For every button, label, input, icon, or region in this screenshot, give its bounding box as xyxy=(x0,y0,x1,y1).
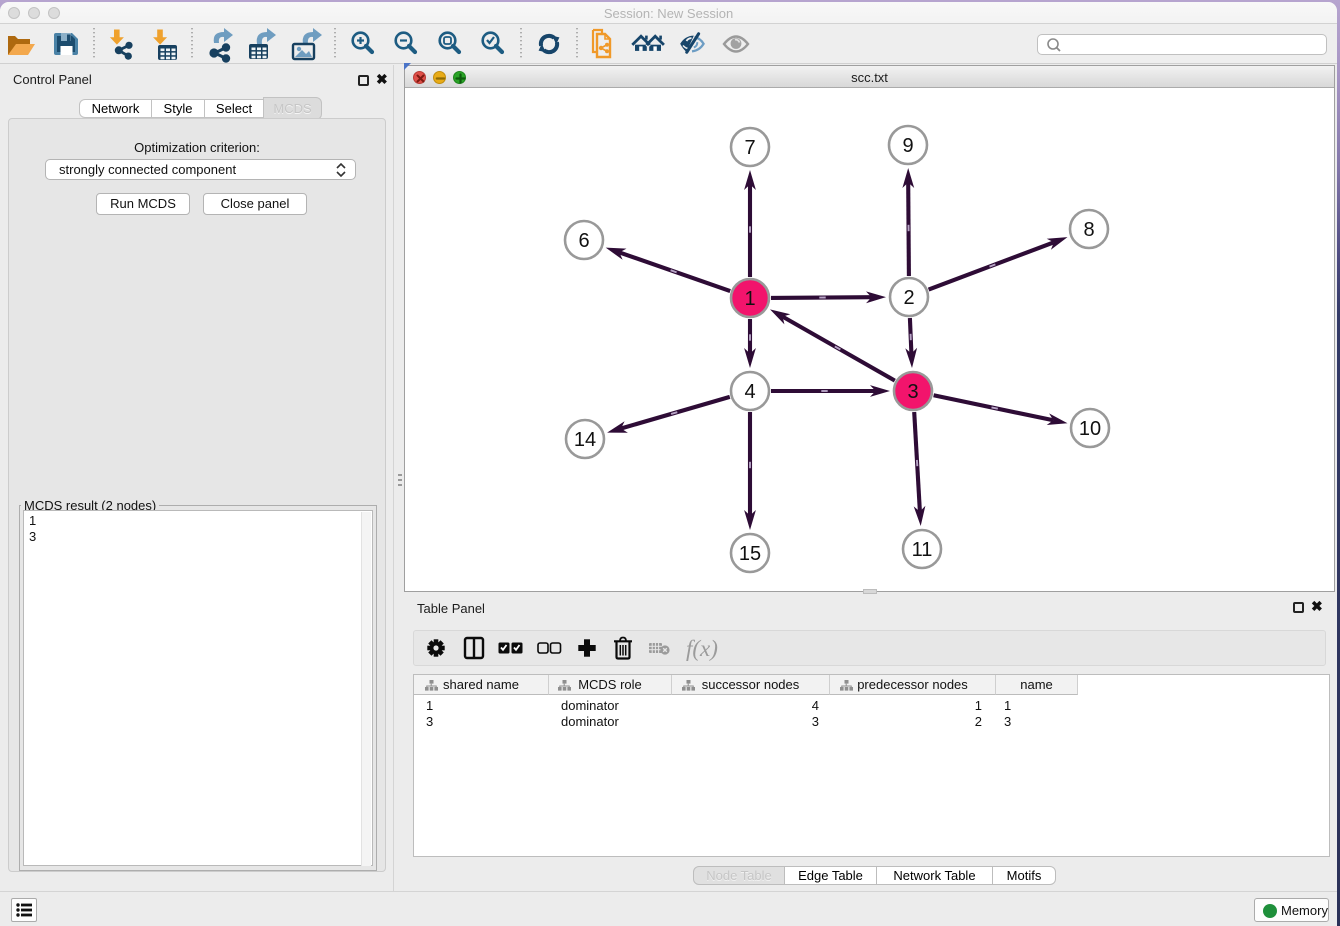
svg-text:9: 9 xyxy=(902,135,913,157)
svg-text:f(x): f(x) xyxy=(686,636,718,661)
svg-text:8: 8 xyxy=(1083,219,1094,241)
svg-text:4: 4 xyxy=(744,381,755,403)
svg-text:7: 7 xyxy=(744,137,755,159)
svg-text:1: 1 xyxy=(744,288,755,310)
svg-text:6: 6 xyxy=(578,230,589,252)
svg-text:15: 15 xyxy=(739,543,761,565)
svg-text:2: 2 xyxy=(903,287,914,309)
svg-text:14: 14 xyxy=(574,429,596,451)
svg-text:11: 11 xyxy=(912,539,933,561)
svg-text:3: 3 xyxy=(907,381,918,403)
svg-text:10: 10 xyxy=(1079,418,1101,440)
